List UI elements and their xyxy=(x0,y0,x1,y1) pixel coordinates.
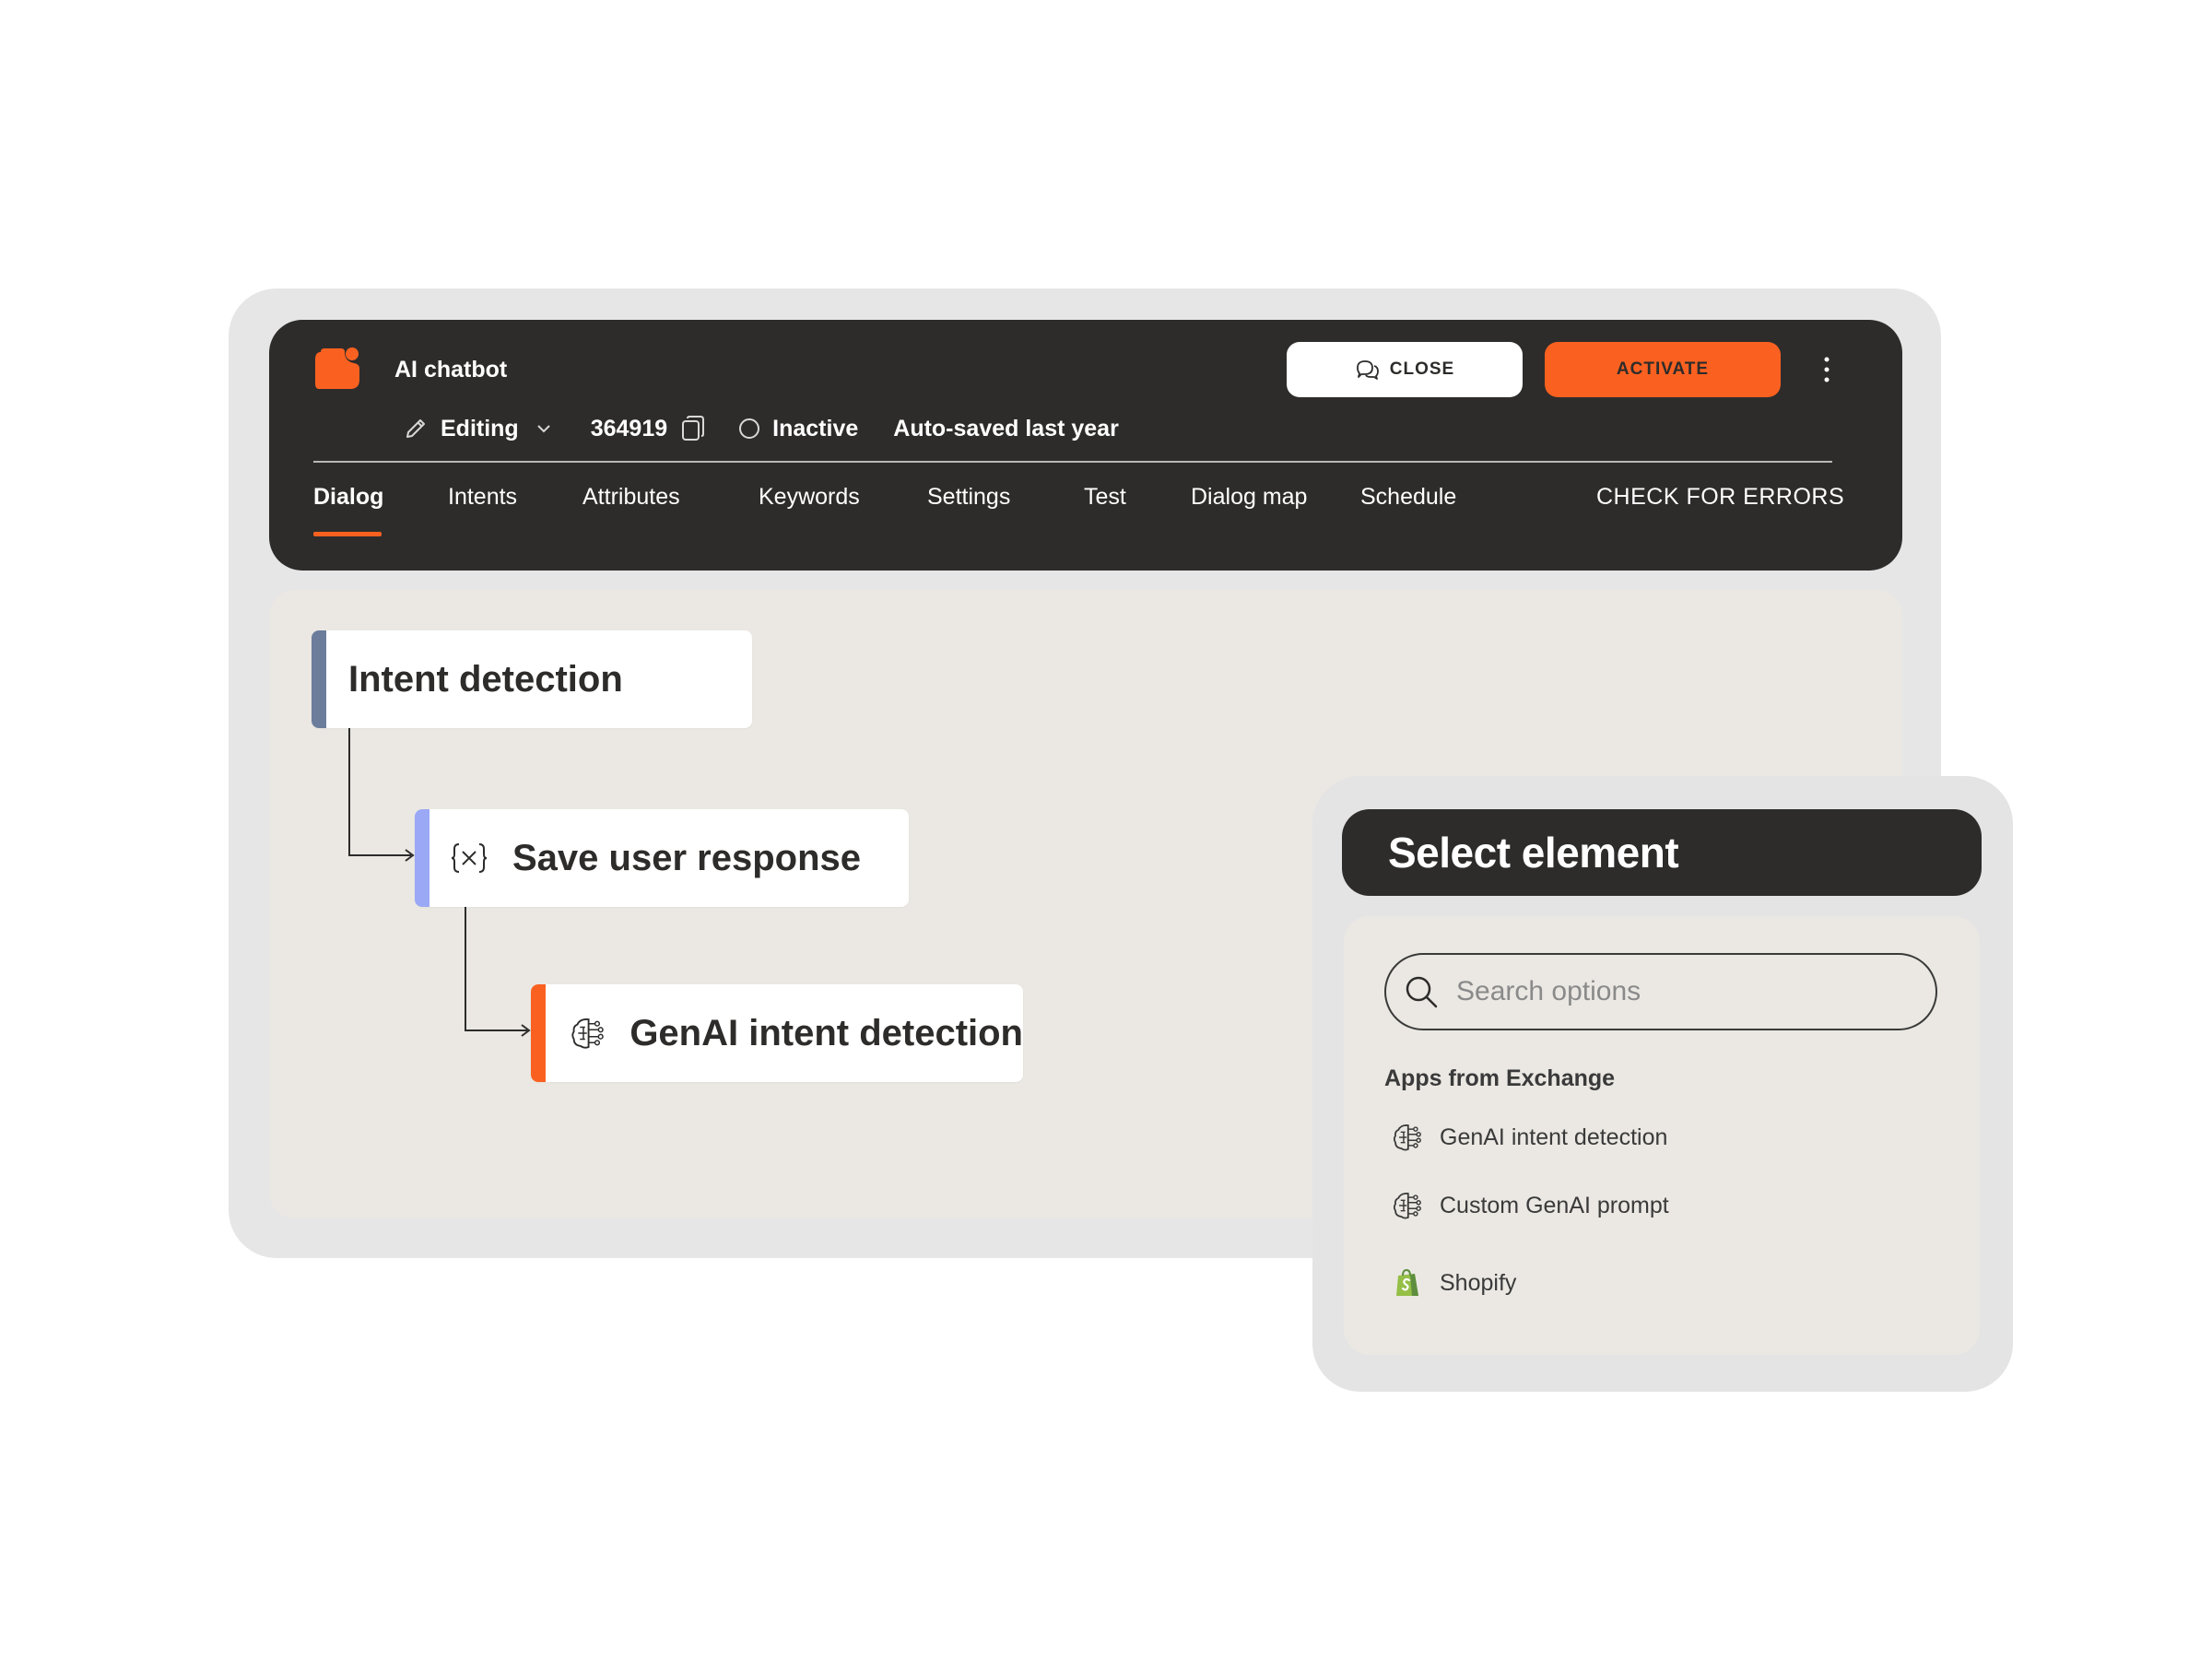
chevron-down-icon[interactable] xyxy=(534,418,554,439)
chat-bubbles-icon xyxy=(1356,360,1379,380)
header-divider xyxy=(313,461,1832,463)
node-accent-bar xyxy=(312,630,326,728)
mode-label[interactable]: Editing xyxy=(441,416,519,442)
tab-dialog-map[interactable]: Dialog map xyxy=(1191,484,1307,511)
variable-icon xyxy=(451,843,488,873)
option-genai-intent-detection[interactable]: GenAI intent detection xyxy=(1392,1119,1667,1156)
option-label: GenAI intent detection xyxy=(1440,1124,1668,1150)
status-label: Inactive xyxy=(772,415,859,441)
tab-settings[interactable]: Settings xyxy=(927,484,1010,511)
select-panel-title: Select element xyxy=(1388,829,1679,877)
active-tab-underline xyxy=(313,532,382,536)
section-title-apps: Apps from Exchange xyxy=(1384,1065,1616,1091)
stage: AI chatbot Editing 364919 Inactive Auto-… xyxy=(0,0,2212,1659)
search-icon xyxy=(1406,976,1438,1008)
bot-id: 364919 xyxy=(590,415,668,441)
option-label: Shopify xyxy=(1440,1269,1517,1296)
node-accent-bar xyxy=(531,984,546,1082)
node-label: Save user response xyxy=(512,837,861,878)
select-panel-body: Apps from Exchange GenAI intent detectio… xyxy=(1344,916,1980,1355)
node-save-user-response[interactable]: Save user response xyxy=(415,809,909,907)
status-indicator-icon xyxy=(739,418,760,439)
tab-keywords[interactable]: Keywords xyxy=(759,484,860,511)
tab-schedule[interactable]: Schedule xyxy=(1360,484,1456,511)
node-label: GenAI intent detection xyxy=(629,1012,1023,1053)
pencil-icon xyxy=(406,419,425,438)
option-custom-genai-prompt[interactable]: Custom GenAI prompt xyxy=(1392,1187,1669,1224)
copy-icon[interactable] xyxy=(680,415,706,442)
search-input[interactable] xyxy=(1454,975,1900,1008)
meta-row: Editing 364919 Inactive Auto-saved last … xyxy=(404,410,1119,447)
select-panel-header: Select element xyxy=(1342,809,1982,896)
tab-dialog[interactable]: Dialog xyxy=(313,484,384,536)
activate-button[interactable]: ACTIVATE xyxy=(1545,342,1781,397)
tab-label: Dialog xyxy=(313,484,384,510)
close-button[interactable]: CLOSE xyxy=(1287,342,1523,397)
app-title: AI chatbot xyxy=(394,357,508,382)
node-accent-bar xyxy=(415,809,429,907)
node-genai-intent-detection[interactable]: GenAI intent detection xyxy=(531,984,1023,1082)
more-options-icon[interactable] xyxy=(1816,353,1838,386)
ai-brain-icon xyxy=(1393,1124,1421,1151)
autosave-text: Auto-saved last year xyxy=(893,415,1119,441)
node-label: Intent detection xyxy=(348,658,623,700)
brand-logo-icon xyxy=(315,347,359,389)
close-button-label: CLOSE xyxy=(1389,359,1455,379)
tab-intents[interactable]: Intents xyxy=(448,484,517,511)
shopify-icon xyxy=(1396,1268,1418,1296)
activate-button-label: ACTIVATE xyxy=(1616,359,1710,379)
option-shopify[interactable]: Shopify xyxy=(1392,1265,1516,1301)
app-header: AI chatbot Editing 364919 Inactive Auto-… xyxy=(269,320,1902,571)
option-label: Custom GenAI prompt xyxy=(1440,1192,1669,1218)
search-box[interactable] xyxy=(1384,953,1937,1030)
check-for-errors-button[interactable]: CHECK FOR ERRORS xyxy=(1596,484,1844,511)
ai-brain-icon xyxy=(1393,1193,1421,1219)
ai-brain-icon xyxy=(571,1018,604,1049)
tab-test[interactable]: Test xyxy=(1084,484,1126,511)
node-intent-detection[interactable]: Intent detection xyxy=(312,630,752,728)
tab-attributes[interactable]: Attributes xyxy=(582,484,680,511)
